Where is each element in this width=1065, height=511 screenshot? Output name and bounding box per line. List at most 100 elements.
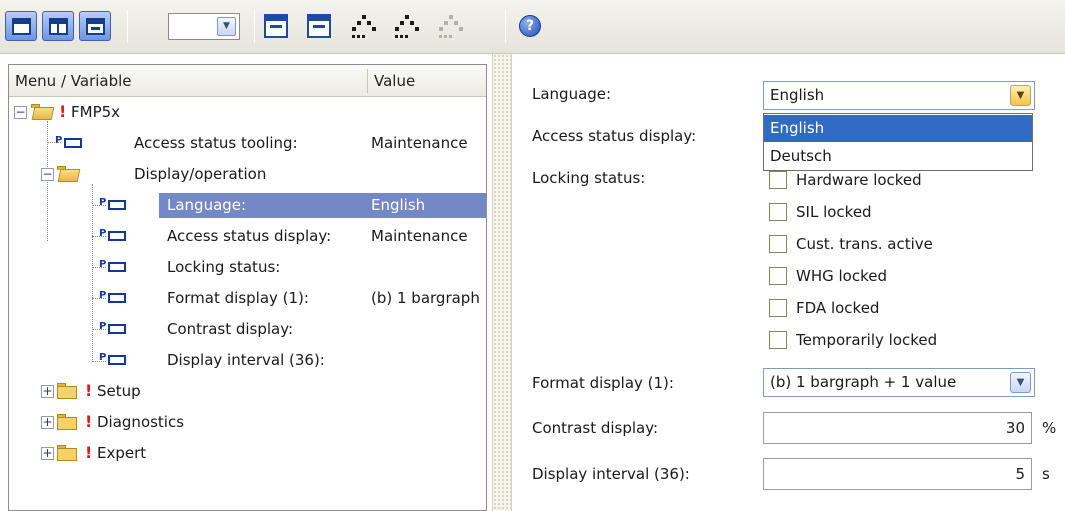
window-panel-button[interactable] <box>79 11 111 41</box>
window-split-button[interactable] <box>42 11 74 41</box>
tree-row-label: Locking status: <box>167 258 281 276</box>
window-panel-icon <box>86 18 105 35</box>
fda-locked-checkbox[interactable] <box>769 299 787 317</box>
window-icon[interactable] <box>264 14 288 38</box>
display-interval-label: Display interval (36): <box>532 465 690 483</box>
tree-row-setup[interactable]: + ! Setup <box>9 376 486 407</box>
parameter-icon: P <box>99 228 127 244</box>
column-header-menu[interactable]: Menu / Variable <box>9 65 132 97</box>
warning-icon: ! <box>85 381 93 400</box>
parameter-icon: P <box>99 352 127 368</box>
column-header-value[interactable]: Value <box>368 65 415 97</box>
menu-tree-panel: Menu / Variable Value − ! FMP5x P Access… <box>8 64 487 511</box>
tree-row-access-status-tooling[interactable]: P Access status tooling: Maintenance <box>9 128 486 159</box>
access-status-display-label: Access status display: <box>532 127 697 145</box>
warning-icon: ! <box>59 102 67 121</box>
locking-status-label: Locking status: <box>532 169 646 187</box>
tree-row-label: Access status display: <box>167 227 332 245</box>
tree-row-label: Diagnostics <box>97 413 185 431</box>
format-display-label: Format display (1): <box>532 374 674 392</box>
tree-row-display-interval[interactable]: P Display interval (36): <box>9 345 486 376</box>
display-interval-input[interactable]: 5 <box>763 458 1032 490</box>
parameter-icon: P <box>55 135 83 151</box>
window-layout-button[interactable] <box>5 11 37 41</box>
tree-row-format-display[interactable]: P Format display (1): (b) 1 bargraph <box>9 283 486 314</box>
contrast-unit: % <box>1042 419 1057 437</box>
whg-locked-checkbox[interactable] <box>769 267 787 285</box>
sil-locked-label: SIL locked <box>796 203 872 221</box>
panel-splitter[interactable] <box>492 54 512 511</box>
help-icon[interactable]: ? <box>519 15 541 37</box>
hardware-locked-label: Hardware locked <box>796 171 922 189</box>
toolbar-separator <box>254 10 255 43</box>
toolbar-separator <box>505 10 506 43</box>
language-option-english[interactable]: English <box>764 115 1032 142</box>
toolbar-separator <box>127 10 128 43</box>
chevron-down-icon[interactable]: ▼ <box>1010 85 1031 106</box>
cust-trans-active-checkbox[interactable] <box>769 235 787 253</box>
parameter-icon: P <box>99 197 127 213</box>
window-layout-icon <box>12 18 31 35</box>
tree-row-language[interactable]: P Language: English <box>9 190 486 221</box>
display-interval-unit: s <box>1042 465 1050 483</box>
chevron-down-icon[interactable]: ▼ <box>217 17 236 36</box>
folder-open-icon <box>57 166 81 182</box>
tree-row-label: Access status tooling: <box>134 134 298 152</box>
tree-row-value: English <box>371 196 426 214</box>
network-disabled-icon <box>439 15 463 38</box>
expand-icon[interactable]: + <box>41 447 54 460</box>
tree-row-value <box>371 256 486 279</box>
tree-row-label: Display/operation <box>134 165 267 183</box>
tree-row-value: Maintenance <box>371 227 468 245</box>
format-display-select[interactable]: (b) 1 bargraph + 1 value ▼ <box>763 368 1035 397</box>
tree-row-value <box>371 349 486 372</box>
language-option-deutsch[interactable]: Deutsch <box>764 143 1032 170</box>
temporarily-locked-checkbox[interactable] <box>769 331 787 349</box>
tree-row-label: Expert <box>97 444 147 462</box>
network-icon[interactable] <box>392 12 422 42</box>
whg-locked-label: WHG locked <box>796 267 887 285</box>
hardware-locked-checkbox[interactable] <box>769 171 787 189</box>
tree-row-label: Display interval (36): <box>167 351 325 369</box>
sil-locked-checkbox[interactable] <box>769 203 787 221</box>
parameter-icon: P <box>99 290 127 306</box>
tree-row-value <box>371 318 486 341</box>
parameter-icon: P <box>99 321 127 337</box>
contrast-display-input[interactable]: 30 <box>763 412 1032 444</box>
tree-row-label: Setup <box>97 382 141 400</box>
tree-row-fmp5x[interactable]: − ! FMP5x <box>9 97 486 128</box>
toolbar: ▼ ? <box>0 0 1065 54</box>
tree-row-contrast-display[interactable]: P Contrast display: <box>9 314 486 345</box>
tree-row-value: Maintenance <box>371 134 468 152</box>
folder-icon <box>57 445 77 461</box>
language-dropdown-list: English Deutsch <box>763 113 1033 171</box>
tree-row-locking-status[interactable]: P Locking status: <box>9 252 486 283</box>
chevron-down-icon[interactable]: ▼ <box>1010 372 1031 393</box>
collapse-icon[interactable]: − <box>14 106 27 119</box>
language-label: Language: <box>532 85 612 103</box>
tree-row-expert[interactable]: + ! Expert <box>9 438 486 469</box>
window-icon[interactable] <box>307 14 331 38</box>
language-select-value: English <box>770 86 825 104</box>
tree-row-value: (b) 1 bargraph <box>371 289 480 307</box>
warning-icon: ! <box>85 412 93 431</box>
tree-row-label: Format display (1): <box>167 289 309 307</box>
language-select[interactable]: English ▼ <box>763 81 1035 110</box>
tree-header: Menu / Variable Value <box>9 65 486 97</box>
warning-icon: ! <box>85 443 93 462</box>
fda-locked-label: FDA locked <box>796 299 880 317</box>
folder-icon <box>57 414 77 430</box>
tree-row-diagnostics[interactable]: + ! Diagnostics <box>9 407 486 438</box>
expand-icon[interactable]: + <box>41 385 54 398</box>
collapse-icon[interactable]: − <box>41 168 54 181</box>
tree-row-label: Language: <box>167 196 247 214</box>
network-icon[interactable] <box>349 12 379 42</box>
tree-row-display-operation[interactable]: − Display/operation <box>9 159 486 190</box>
format-display-value: (b) 1 bargraph + 1 value <box>770 373 957 391</box>
tree-row-access-status-display[interactable]: P Access status display: Maintenance <box>9 221 486 252</box>
temporarily-locked-label: Temporarily locked <box>796 331 938 349</box>
expand-icon[interactable]: + <box>41 416 54 429</box>
contrast-display-label: Contrast display: <box>532 419 659 437</box>
toolbar-combo[interactable]: ▼ <box>168 13 240 40</box>
tree-row-label: FMP5x <box>71 103 121 121</box>
